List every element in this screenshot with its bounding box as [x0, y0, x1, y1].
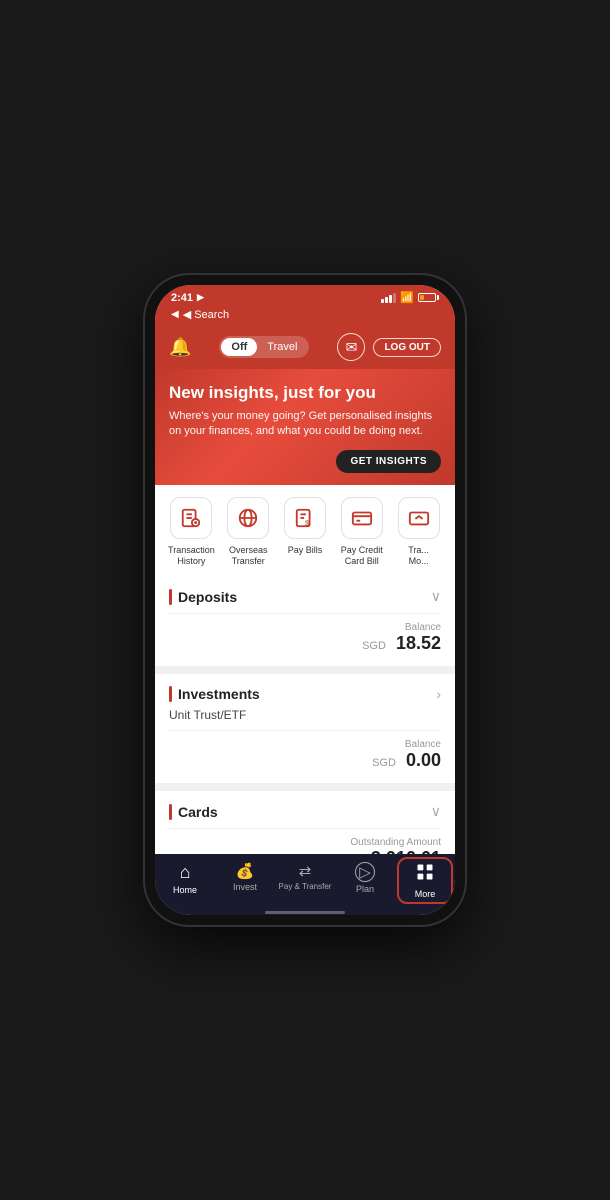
- wifi-icon: 📶: [400, 291, 414, 304]
- unit-trust-etf-item: Unit Trust/ETF: [169, 708, 441, 722]
- pay-credit-card-label: Pay CreditCard Bill: [341, 545, 383, 568]
- transaction-history-icon: [170, 497, 212, 539]
- invest-icon: 💰: [236, 862, 255, 880]
- deposits-chevron-icon[interactable]: ∨: [431, 588, 441, 605]
- deposits-currency: SGD: [362, 640, 386, 652]
- bottom-navigation: ⌂ Home 💰 Invest ⇄ Pay & Transfer ▷ Plan: [155, 854, 455, 911]
- transaction-history-label: TransactionHistory: [168, 545, 215, 568]
- deposits-balance-label: Balance: [169, 622, 441, 633]
- action-overseas-transfer[interactable]: OverseasTransfer: [220, 497, 277, 568]
- overseas-transfer-label: OverseasTransfer: [229, 545, 268, 568]
- banner-title: New insights, just for you: [169, 383, 441, 403]
- action-pay-bills[interactable]: $ Pay Bills: [277, 497, 334, 568]
- cards-outstanding-label: Outstanding Amount: [169, 837, 441, 848]
- nav-invest[interactable]: 💰 Invest: [215, 860, 275, 901]
- deposits-section: Deposits ∨ Balance SGD 18.52: [155, 576, 455, 666]
- nav-home[interactable]: ⌂ Home: [155, 860, 215, 901]
- pay-transfer-icon: ⇄: [299, 862, 312, 880]
- bell-icon[interactable]: 🔔: [169, 337, 191, 358]
- phone-screen: 2:41 ▶ 📶 ◀ ◀ Search: [155, 285, 455, 915]
- svg-text:$: $: [305, 518, 309, 527]
- transfer-more-label: Tra...Mo...: [408, 545, 429, 568]
- banner-subtitle: Where's your money going? Get personalis…: [169, 409, 441, 440]
- deposits-amount: 18.52: [396, 633, 441, 653]
- cards-header: Cards ∨: [169, 803, 441, 820]
- status-bar: 2:41 ▶ 📶: [155, 285, 455, 306]
- deposits-balance-value: SGD 18.52: [169, 633, 441, 654]
- transfer-more-icon: [398, 497, 440, 539]
- get-insights-button[interactable]: GET INSIGHTS: [336, 450, 441, 473]
- travel-toggle[interactable]: Off Travel: [219, 336, 309, 358]
- investments-amount: 0.00: [406, 750, 441, 770]
- status-time: 2:41: [171, 292, 193, 304]
- deposits-red-bar: [169, 589, 172, 605]
- main-content: Deposits ∨ Balance SGD 18.52: [155, 576, 455, 854]
- nav-pay-transfer[interactable]: ⇄ Pay & Transfer: [275, 860, 335, 901]
- more-icon: [415, 862, 435, 887]
- message-button[interactable]: ✉: [337, 333, 365, 361]
- investments-chevron-icon[interactable]: ›: [436, 686, 441, 702]
- signal-icon: [381, 293, 396, 303]
- deposits-title: Deposits: [178, 589, 237, 605]
- home-indicator: [155, 911, 455, 915]
- nav-more[interactable]: More: [395, 860, 455, 901]
- action-transaction-history[interactable]: TransactionHistory: [163, 497, 220, 568]
- header-actions: ✉ LOG OUT: [337, 333, 441, 361]
- investments-currency: SGD: [372, 757, 396, 769]
- cards-balance: Outstanding Amount SGD 3,010.01: [169, 828, 441, 854]
- search-label: ◀ Search: [183, 308, 229, 321]
- message-icon: ✉: [346, 339, 358, 356]
- deposits-title-group: Deposits: [169, 589, 237, 605]
- quick-actions-bar: TransactionHistory OverseasTransfer: [155, 485, 455, 576]
- investments-red-bar: [169, 686, 172, 702]
- investments-balance-label: Balance: [169, 739, 441, 750]
- nav-plan[interactable]: ▷ Plan: [335, 860, 395, 901]
- back-chevron-icon: ◀: [171, 309, 179, 320]
- plan-icon: ▷: [355, 862, 375, 882]
- insights-banner: New insights, just for you Where's your …: [155, 369, 455, 485]
- deposits-header: Deposits ∨: [169, 588, 441, 605]
- investments-balance-value: SGD 0.00: [169, 750, 441, 771]
- home-icon: ⌂: [180, 862, 191, 883]
- cards-section: Cards ∨ Outstanding Amount SGD 3,010.01: [155, 791, 455, 854]
- status-indicators: 📶: [381, 291, 439, 304]
- cards-chevron-icon[interactable]: ∨: [431, 803, 441, 820]
- pay-bills-icon: $: [284, 497, 326, 539]
- investments-section: Investments › Unit Trust/ETF Balance SGD…: [155, 674, 455, 783]
- header: 🔔 Off Travel ✉ LOG OUT: [155, 327, 455, 369]
- battery-icon: [418, 293, 439, 302]
- investments-balance: Balance SGD 0.00: [169, 730, 441, 771]
- phone-frame: 2:41 ▶ 📶 ◀ ◀ Search: [145, 275, 465, 925]
- more-label: More: [415, 889, 436, 899]
- pay-transfer-label: Pay & Transfer: [279, 882, 332, 891]
- toggle-travel-option[interactable]: Travel: [257, 338, 307, 356]
- investments-title: Investments: [178, 686, 260, 702]
- action-transfer-more[interactable]: Tra...Mo...: [390, 497, 447, 568]
- pay-bills-label: Pay Bills: [288, 545, 323, 557]
- investments-header: Investments ›: [169, 686, 441, 702]
- cards-title: Cards: [178, 804, 218, 820]
- invest-label: Invest: [233, 882, 257, 892]
- cards-red-bar: [169, 804, 172, 820]
- logout-button[interactable]: LOG OUT: [373, 338, 441, 357]
- search-bar[interactable]: ◀ ◀ Search: [155, 306, 455, 327]
- pay-credit-card-icon: [341, 497, 383, 539]
- action-pay-credit-card[interactable]: Pay CreditCard Bill: [333, 497, 390, 568]
- location-arrow-icon: ▶: [197, 292, 204, 303]
- plan-label: Plan: [356, 884, 374, 894]
- cards-title-group: Cards: [169, 804, 218, 820]
- deposits-balance: Balance SGD 18.52: [169, 613, 441, 654]
- investments-title-group: Investments: [169, 686, 260, 702]
- home-label: Home: [173, 885, 197, 895]
- overseas-transfer-icon: [227, 497, 269, 539]
- toggle-off-option[interactable]: Off: [221, 338, 257, 356]
- home-line: [265, 911, 345, 914]
